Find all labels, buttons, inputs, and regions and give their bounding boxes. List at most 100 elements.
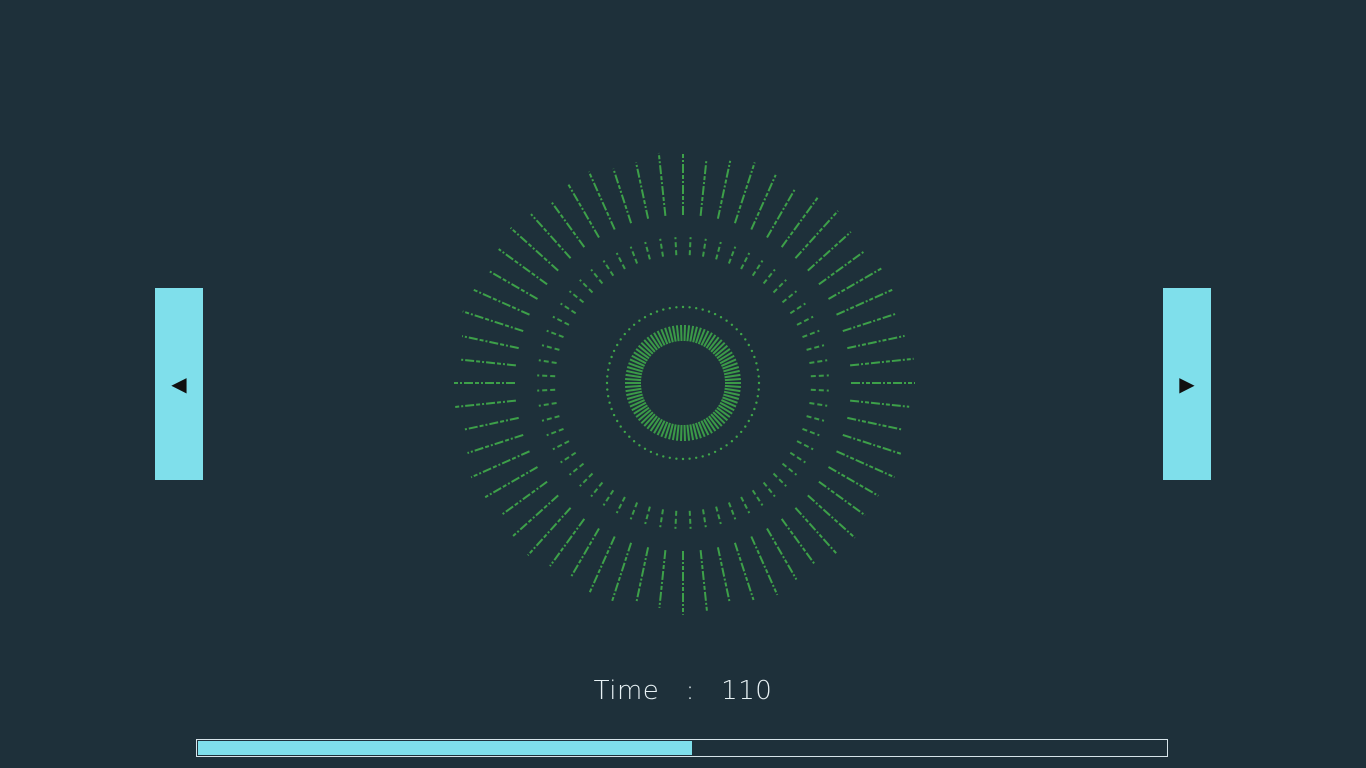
visualizer-ray xyxy=(625,387,642,393)
visualizer-dot xyxy=(675,457,678,460)
right-triangle-icon: ▶ xyxy=(1179,372,1195,396)
visualizer-dot xyxy=(628,435,631,438)
visualizer-ray xyxy=(849,357,914,367)
visualizer-ray xyxy=(683,424,686,442)
visualizer-ray xyxy=(688,510,692,529)
visualizer-ray xyxy=(789,302,806,315)
time-separator: : xyxy=(685,676,695,706)
visualizer-dot xyxy=(608,362,611,365)
visualizer-ray xyxy=(462,310,524,333)
visualizer-dot xyxy=(623,332,626,336)
visualizer-ray xyxy=(560,451,577,464)
visualizer-dot xyxy=(695,456,698,459)
visualizer-ray xyxy=(459,358,517,367)
visualizer-ray xyxy=(849,399,910,408)
visualizer-ray xyxy=(659,509,664,528)
visualizer-ray xyxy=(602,489,615,506)
visualizer-ray xyxy=(806,415,825,422)
visualizer-ray xyxy=(568,462,585,476)
next-button[interactable]: ▶ xyxy=(1163,288,1211,480)
visualizer-ray xyxy=(727,246,737,264)
visualizer-ray xyxy=(537,374,556,378)
visualizer-dot xyxy=(632,323,636,326)
visualizer-ray xyxy=(683,324,686,342)
visualizer-dot xyxy=(655,310,659,313)
visualizer-ray xyxy=(716,547,731,603)
progress-bar[interactable] xyxy=(196,739,1168,757)
visualizer-ray xyxy=(675,424,680,441)
visualizer-dot xyxy=(744,425,747,428)
visualizer-ray xyxy=(781,462,798,476)
visualizer-dot xyxy=(616,419,619,423)
visualizer-ray xyxy=(629,502,639,520)
visualizer-ray xyxy=(733,162,756,224)
visualizer-ray xyxy=(702,238,707,257)
visualizer-dot xyxy=(668,307,671,310)
visualizer-ray xyxy=(789,451,806,464)
visualizer-ray xyxy=(751,489,764,506)
visualizer-ray xyxy=(546,329,564,339)
visualizer-dot xyxy=(735,328,738,331)
visualizer-ray xyxy=(809,359,828,364)
visualizer-dot xyxy=(649,450,653,454)
visualizer-dot xyxy=(756,368,759,371)
visualizer-dot xyxy=(707,310,711,313)
visualizer-ray xyxy=(740,496,751,514)
visualizer-dot xyxy=(607,395,610,398)
visualizer-ray xyxy=(727,502,737,520)
time-label: Time xyxy=(593,676,660,706)
visualizer-ray xyxy=(680,424,683,442)
visualizer-dot xyxy=(730,323,734,326)
visualizer-dot xyxy=(750,349,754,353)
visualizer-ray xyxy=(461,335,519,350)
visualizer-ray xyxy=(818,480,866,517)
visualizer-ray xyxy=(541,415,560,422)
visualizer-dot xyxy=(730,440,734,443)
visualizer-ray xyxy=(818,249,866,286)
visualizer-ray xyxy=(724,384,741,388)
visualizer-dot xyxy=(755,401,758,404)
visualizer-ray xyxy=(588,536,616,595)
visualizer-dot xyxy=(688,457,691,460)
visualizer-ray xyxy=(716,160,732,219)
visualizer-ray xyxy=(780,518,816,566)
visualizer-dot xyxy=(610,407,613,411)
visualizer-ray xyxy=(689,325,695,342)
visualizer-ray xyxy=(658,549,667,609)
visualizer-dot xyxy=(681,305,685,309)
visualizer-dot xyxy=(612,349,616,353)
visualizer-dot xyxy=(681,457,685,461)
visualizer-ray xyxy=(802,427,820,437)
visualizer-dot xyxy=(713,450,717,454)
visualizer-dot xyxy=(649,312,653,316)
radial-visualizer xyxy=(452,152,915,615)
visualizer-ray xyxy=(671,424,677,441)
visualizer-dot xyxy=(747,343,750,347)
visualizer-ray xyxy=(635,547,650,604)
visualizer-ray xyxy=(750,536,779,596)
visualizer-dot xyxy=(757,381,761,385)
visualizer-ray xyxy=(560,302,577,315)
visualizer-ray xyxy=(715,241,722,260)
visualizer-ray xyxy=(766,528,798,580)
visualizer-dot xyxy=(740,430,743,434)
visualizer-ray xyxy=(674,237,678,256)
visualizer-ray xyxy=(610,542,633,603)
visualizer-ray xyxy=(702,509,707,528)
visualizer-ray xyxy=(772,279,787,294)
visualizer-dot xyxy=(688,306,691,309)
visualizer-ray xyxy=(810,374,829,378)
visualizer-dot xyxy=(632,440,636,443)
visualizer-ray xyxy=(527,507,572,556)
visualizer-dot xyxy=(735,435,738,438)
visualizer-ray xyxy=(806,344,825,351)
visualizer-dot xyxy=(605,381,609,385)
visualizer-ray xyxy=(615,496,626,514)
visualizer-ray xyxy=(602,260,615,277)
visualizer-ray xyxy=(674,510,678,529)
visualizer-dot xyxy=(662,308,665,311)
visualizer-ray xyxy=(484,466,539,499)
visualizer-dot xyxy=(619,425,622,428)
visualizer-ray xyxy=(847,334,905,350)
visualizer-dot xyxy=(701,308,704,311)
